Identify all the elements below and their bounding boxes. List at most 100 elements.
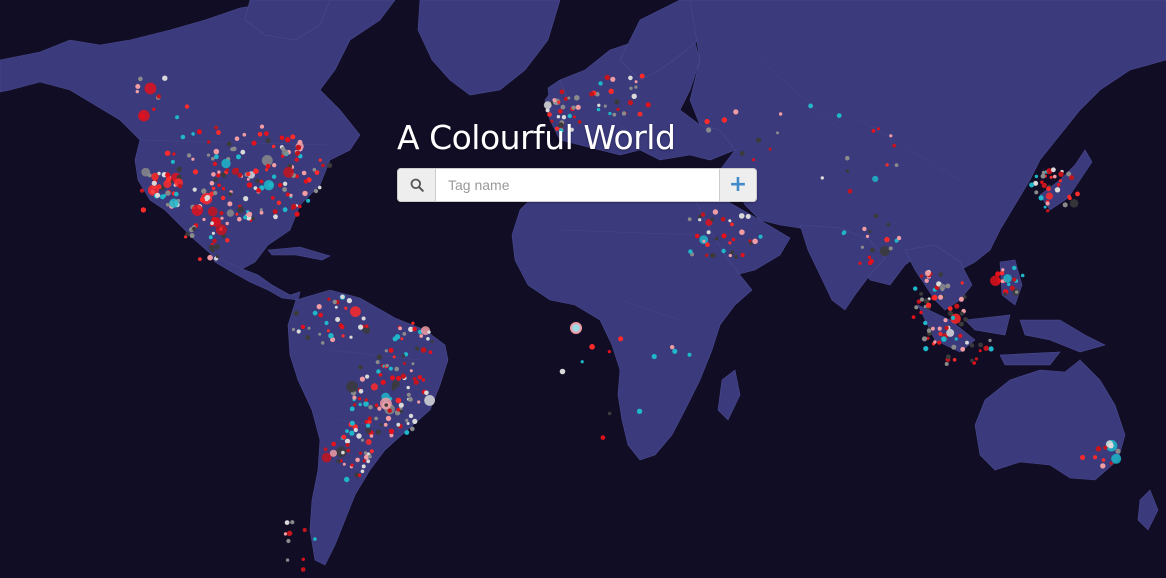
tag-dot[interactable]: [259, 179, 264, 184]
tag-dot[interactable]: [924, 270, 931, 277]
tag-dot[interactable]: [978, 342, 983, 348]
tag-dot[interactable]: [174, 191, 179, 197]
tag-dot[interactable]: [263, 180, 275, 191]
tag-dot[interactable]: [217, 183, 221, 188]
tag-dot[interactable]: [401, 354, 405, 358]
tag-dot[interactable]: [417, 375, 422, 380]
tag-dot[interactable]: [705, 253, 709, 257]
tag-dot[interactable]: [952, 358, 957, 362]
tag-dot[interactable]: [559, 89, 565, 95]
tag-dot[interactable]: [175, 115, 180, 120]
tag-dot[interactable]: [216, 173, 221, 178]
tag-dot[interactable]: [1029, 182, 1035, 188]
tag-dot[interactable]: [1003, 274, 1012, 283]
tag-dot[interactable]: [424, 395, 435, 406]
tag-dot[interactable]: [365, 374, 370, 379]
tag-dot[interactable]: [396, 422, 401, 427]
tag-dot[interactable]: [710, 252, 716, 259]
tag-dot[interactable]: [138, 76, 143, 82]
tag-dot[interactable]: [1100, 463, 1106, 469]
tag-dot[interactable]: [294, 211, 300, 217]
tag-dot[interactable]: [1062, 202, 1068, 208]
tag-dot[interactable]: [189, 233, 195, 239]
tag-dot[interactable]: [385, 363, 389, 368]
tag-dot[interactable]: [969, 343, 975, 348]
tag-dot[interactable]: [139, 113, 145, 119]
tag-dot[interactable]: [375, 360, 380, 365]
tag-dot[interactable]: [559, 368, 566, 375]
tag-dot[interactable]: [208, 235, 213, 240]
tag-dot[interactable]: [392, 380, 400, 388]
tag-dot[interactable]: [700, 212, 706, 217]
tag-dot[interactable]: [214, 125, 219, 130]
tag-dot[interactable]: [352, 395, 357, 400]
tag-dot[interactable]: [163, 180, 172, 188]
tag-dot[interactable]: [1045, 192, 1053, 200]
tag-dot[interactable]: [341, 450, 345, 455]
tag-dot[interactable]: [411, 362, 415, 366]
tag-dot[interactable]: [219, 227, 223, 231]
tag-dot[interactable]: [610, 76, 616, 82]
tag-dot[interactable]: [388, 428, 395, 434]
tag-dot[interactable]: [836, 113, 842, 118]
tag-dot[interactable]: [369, 434, 374, 438]
tag-dot[interactable]: [1101, 458, 1106, 462]
tag-dot[interactable]: [428, 350, 433, 355]
tag-dot[interactable]: [412, 377, 417, 381]
tag-dot[interactable]: [220, 216, 224, 220]
tag-dot[interactable]: [151, 180, 157, 186]
tag-dot[interactable]: [285, 137, 291, 143]
tag-dot[interactable]: [212, 161, 217, 166]
tag-dot[interactable]: [598, 81, 603, 86]
tag-dot[interactable]: [919, 274, 924, 278]
tag-dot[interactable]: [361, 464, 366, 469]
tag-dot[interactable]: [270, 196, 275, 200]
tag-dot[interactable]: [629, 86, 633, 91]
tag-dot[interactable]: [191, 132, 195, 136]
tag-dot[interactable]: [639, 73, 645, 79]
tag-dot[interactable]: [234, 136, 240, 141]
tag-dot[interactable]: [580, 360, 584, 364]
tag-dot[interactable]: [705, 242, 710, 247]
tag-dot[interactable]: [336, 459, 341, 464]
tag-dot[interactable]: [417, 400, 421, 404]
tag-dot[interactable]: [139, 188, 145, 193]
tag-dot[interactable]: [563, 96, 569, 101]
tag-dot[interactable]: [387, 408, 392, 413]
tag-dot[interactable]: [213, 190, 218, 196]
tag-dot[interactable]: [335, 317, 341, 322]
tag-dot[interactable]: [884, 236, 890, 243]
tag-dot[interactable]: [363, 451, 368, 455]
tag-dot[interactable]: [958, 321, 964, 327]
tag-dot[interactable]: [346, 298, 352, 304]
tag-dot[interactable]: [211, 172, 216, 177]
tag-dot[interactable]: [290, 520, 295, 525]
tag-dot[interactable]: [357, 473, 362, 477]
tag-dot[interactable]: [350, 463, 354, 467]
tag-dot[interactable]: [301, 170, 307, 176]
tag-dot[interactable]: [939, 283, 946, 291]
tag-dot[interactable]: [1034, 174, 1039, 179]
tag-dot[interactable]: [406, 385, 410, 390]
tag-dot[interactable]: [135, 84, 141, 89]
tag-dot[interactable]: [340, 324, 345, 330]
tag-dot[interactable]: [177, 184, 183, 189]
tag-dot[interactable]: [710, 217, 715, 222]
tag-dot[interactable]: [227, 201, 233, 207]
tag-dot[interactable]: [246, 211, 253, 217]
tag-dot[interactable]: [937, 340, 942, 345]
tag-dot[interactable]: [871, 129, 876, 133]
tag-dot[interactable]: [302, 527, 307, 533]
tag-dot[interactable]: [399, 409, 403, 413]
tag-dot[interactable]: [557, 100, 561, 104]
tag-dot[interactable]: [959, 311, 964, 316]
tag-dot[interactable]: [378, 373, 383, 377]
tag-dot[interactable]: [191, 157, 195, 161]
tag-dot[interactable]: [225, 221, 229, 226]
tag-dot[interactable]: [367, 416, 372, 421]
tag-dot[interactable]: [320, 341, 325, 345]
tag-dot[interactable]: [1067, 194, 1072, 199]
tag-dot[interactable]: [1053, 174, 1057, 179]
tag-dot[interactable]: [140, 207, 147, 213]
tag-dot[interactable]: [1109, 461, 1113, 465]
